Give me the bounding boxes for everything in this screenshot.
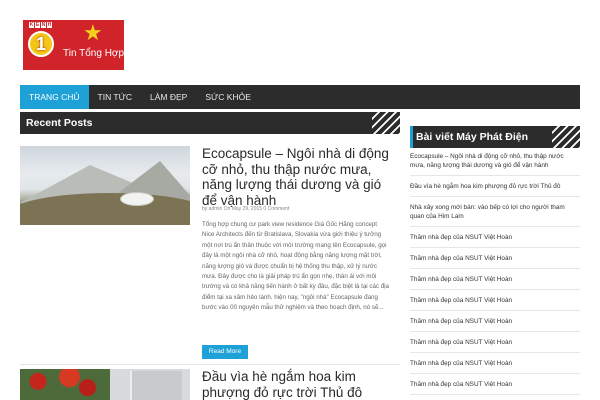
nav-item-home[interactable]: TRANG CHỦ bbox=[20, 85, 89, 109]
post-thumbnail-phoenix-flowers[interactable] bbox=[20, 369, 190, 400]
header-stripes-decoration bbox=[372, 112, 400, 134]
post-thumbnail-ecocapsule[interactable] bbox=[20, 146, 190, 225]
sidebar-header: Bài viết Máy Phát Điện bbox=[410, 126, 580, 148]
thumbnail-capsule bbox=[120, 192, 154, 206]
sidebar-post-link[interactable]: Thăm nhà đẹp của NSUT Việt Hoàn bbox=[410, 317, 580, 332]
logo-kenh-letter: Ê bbox=[35, 22, 40, 28]
logo-kenh-letter: H bbox=[47, 22, 52, 28]
post-meta: by admin On May 29, 2015 0 Comment bbox=[202, 206, 290, 212]
thumbnail-building bbox=[130, 371, 182, 400]
recent-posts-title: Recent Posts bbox=[26, 117, 93, 129]
logo-number: 1 bbox=[35, 34, 46, 54]
main-nav: TRANG CHỦ TIN TỨC LÀM ĐẸP SỨC KHỎE bbox=[20, 85, 580, 109]
sidebar-post-link[interactable]: Thăm nhà đẹp của NSUT Việt Hoàn bbox=[410, 275, 580, 290]
sidebar-post-link[interactable]: Thăm nhà đẹp của NSUT Việt Hoàn bbox=[410, 359, 580, 374]
sidebar-post-link[interactable]: Thăm nhà đẹp của NSUT Việt Hoàn bbox=[410, 254, 580, 269]
sidebar-header-accent bbox=[410, 126, 413, 148]
read-more-button[interactable]: Read More bbox=[202, 345, 248, 359]
header-stripes-decoration bbox=[552, 126, 580, 148]
post-excerpt: Tổng hợp chung cư park view residence Gi… bbox=[202, 221, 389, 312]
sidebar-post-link[interactable]: Ecocapsule – Ngôi nhà di động cỡ nhỏ, th… bbox=[410, 152, 580, 176]
recent-posts-header: Recent Posts bbox=[20, 112, 400, 134]
post-title-link[interactable]: Ecocapsule – Ngôi nhà di động cỡ nhỏ, th… bbox=[202, 146, 392, 208]
site-logo[interactable]: K Ê N H 1 ★ Tin Tổng Hợp bbox=[23, 20, 124, 70]
nav-item-beauty[interactable]: LÀM ĐẸP bbox=[141, 85, 196, 109]
logo-brand-text: Tin Tổng Hợp bbox=[63, 48, 125, 59]
logo-kenh-letter: K bbox=[29, 22, 34, 28]
sidebar-post-list: Ecocapsule – Ngôi nhà di động cỡ nhỏ, th… bbox=[410, 152, 580, 400]
logo-kenh-badge: K Ê N H bbox=[29, 22, 52, 28]
logo-kenh-letter: N bbox=[41, 22, 46, 28]
sidebar-post-link[interactable]: Thăm nhà đẹp của NSUT Việt Hoàn bbox=[410, 296, 580, 311]
sidebar-post-link[interactable]: Thăm nhà đẹp của NSUT Việt Hoàn bbox=[410, 233, 580, 248]
nav-item-health[interactable]: SỨC KHỎE bbox=[196, 85, 260, 109]
nav-item-news[interactable]: TIN TỨC bbox=[89, 85, 142, 109]
sidebar-title: Bài viết Máy Phát Điện bbox=[416, 131, 529, 143]
post-divider bbox=[20, 364, 400, 365]
post-title-link[interactable]: Đầu vìa hè ngắm hoa kim phượng đỏ rực tr… bbox=[202, 369, 392, 400]
sidebar-post-link[interactable]: Thăm nhà đẹp của NSUT Việt Hoàn bbox=[410, 338, 580, 353]
sidebar-post-link[interactable]: Đầu vìa hè ngắm hoa kim phượng đỏ rực tr… bbox=[410, 182, 580, 197]
star-icon: ★ bbox=[83, 20, 103, 45]
sidebar-post-link[interactable]: Thăm nhà đẹp của NSUT Việt Hoàn bbox=[410, 380, 580, 395]
thumbnail-hill bbox=[20, 193, 190, 225]
sidebar-post-link[interactable]: Nhà xây xong mới bán: vào bếp có lợi cho… bbox=[410, 203, 580, 227]
thumbnail-flame-tree bbox=[20, 369, 110, 400]
logo-circle: 1 bbox=[28, 31, 54, 57]
